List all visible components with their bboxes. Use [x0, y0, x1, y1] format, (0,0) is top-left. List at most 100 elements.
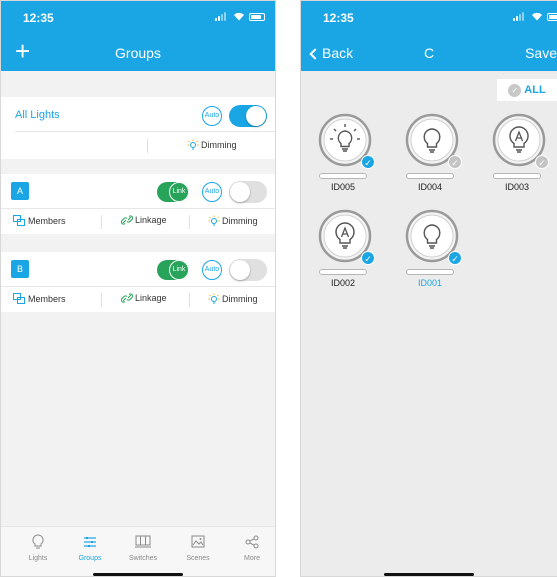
- tab-switches[interactable]: Switches: [118, 533, 168, 562]
- toggle-knob: [230, 182, 250, 202]
- brightness-bar: [406, 173, 454, 179]
- divider: [1, 208, 275, 209]
- status-time: 12:35: [323, 11, 354, 25]
- divider: [101, 293, 102, 307]
- device-tile[interactable]: ✓ ID002: [311, 209, 375, 313]
- select-all-label: ALL: [524, 84, 546, 96]
- device-tile[interactable]: ✓ ID004: [398, 113, 462, 217]
- signal-icon: [513, 12, 527, 21]
- tab-label: Lights: [28, 555, 48, 562]
- divider: [189, 293, 190, 307]
- groups-icon: [84, 536, 96, 547]
- battery-icon: [249, 12, 265, 21]
- group-b-link-toggle[interactable]: Link: [157, 260, 189, 280]
- group-edit-screen: 12:35 Back C Save ✓ ALL ✓ ID005 ✓ ID004 …: [300, 0, 557, 577]
- all-lights-dimming-button[interactable]: Dimming: [187, 139, 237, 151]
- dimming-label: Dimming: [222, 216, 258, 226]
- brightness-bar: [406, 269, 454, 275]
- system-icons: [215, 12, 265, 21]
- toggle-knob: [230, 260, 250, 280]
- signal-icon: [215, 12, 229, 21]
- members-icon: [13, 215, 26, 226]
- tab-scenes[interactable]: Scenes: [173, 533, 223, 562]
- brightness-bar: [319, 269, 367, 275]
- all-lights-label: All Lights: [15, 109, 60, 121]
- device-id-label: ID005: [330, 182, 356, 192]
- group-badge: B: [11, 260, 29, 278]
- members-label: Members: [28, 215, 66, 226]
- nav-bar: + Groups: [1, 35, 275, 71]
- tab-label: Switches: [128, 555, 157, 562]
- screenshot-canvas: 12:35 + Groups All Lights Auto Dimming A…: [0, 0, 557, 577]
- tab-lights[interactable]: Lights: [13, 533, 63, 562]
- device-tile[interactable]: ✓ ID005: [311, 113, 375, 217]
- brightness-bar: [493, 173, 541, 179]
- divider: [189, 215, 190, 229]
- divider: [147, 139, 148, 153]
- group-a-linkage-button[interactable]: Linkage: [121, 215, 167, 225]
- link-knob: Link: [169, 182, 189, 202]
- page-title: C: [423, 45, 435, 61]
- page-title: Groups: [115, 45, 161, 61]
- chain-link-icon: [121, 293, 133, 303]
- chain-link-icon: [121, 215, 133, 225]
- group-b-power-toggle[interactable]: [229, 259, 267, 281]
- divider: [1, 286, 275, 287]
- members-label: Members: [28, 293, 66, 304]
- group-b-dimming-button[interactable]: Dimming: [208, 293, 258, 305]
- group-card-a: A Link Auto Members Linkage Dimming: [1, 174, 275, 234]
- device-tile[interactable]: ✓ ID001: [398, 209, 462, 313]
- tab-bar: Lights Groups Switches Scenes More: [1, 526, 275, 576]
- brightness-bar: [319, 173, 367, 179]
- selected-check-icon: ✓: [448, 251, 462, 265]
- status-bar: 12:35: [1, 1, 275, 35]
- device-id-label: ID003: [504, 182, 530, 192]
- tab-label: Groups: [78, 555, 102, 562]
- tab-label: More: [244, 555, 260, 562]
- group-b-members-button[interactable]: Members: [13, 293, 66, 304]
- group-b-linkage-button[interactable]: Linkage: [121, 293, 167, 303]
- status-bar: 12:35: [301, 1, 557, 35]
- all-lights-card: All Lights Auto Dimming: [1, 97, 275, 159]
- switch-panel-icon: [135, 535, 151, 548]
- selected-check-icon: ✓: [361, 155, 375, 169]
- home-indicator: [384, 573, 474, 576]
- selected-check-icon: ✓: [361, 251, 375, 265]
- unselected-check-icon: ✓: [448, 155, 462, 169]
- device-tile[interactable]: ✓ ID003: [485, 113, 549, 217]
- all-lights-auto-button[interactable]: Auto: [202, 106, 222, 126]
- groups-screen: 12:35 + Groups All Lights Auto Dimming A…: [0, 0, 276, 577]
- group-a-link-toggle[interactable]: Link: [157, 182, 189, 202]
- group-a-dimming-button[interactable]: Dimming: [208, 215, 258, 227]
- members-icon: [13, 293, 26, 304]
- divider: [15, 131, 275, 132]
- check-icon: ✓: [508, 83, 522, 97]
- link-knob: Link: [169, 260, 189, 280]
- share-nodes-icon: [245, 535, 259, 548]
- tab-more[interactable]: More: [227, 533, 275, 562]
- wifi-icon: [234, 12, 244, 21]
- scene-image-icon: [191, 535, 205, 548]
- tab-groups[interactable]: Groups: [65, 533, 115, 562]
- device-id-label: ID002: [330, 278, 356, 288]
- device-id-label: ID004: [417, 182, 443, 192]
- dimming-bulb-icon: [208, 215, 220, 226]
- group-card-b: B Link Auto Members Linkage Dimming: [1, 252, 275, 312]
- save-button[interactable]: Save: [525, 45, 557, 61]
- nav-bar: Back C Save: [301, 35, 557, 71]
- all-lights-power-toggle[interactable]: [229, 105, 267, 127]
- dimming-bulb-icon: [187, 139, 199, 150]
- dimming-label: Dimming: [222, 294, 258, 304]
- group-a-members-button[interactable]: Members: [13, 215, 66, 226]
- group-a-power-toggle[interactable]: [229, 181, 267, 203]
- linkage-label: Linkage: [135, 293, 167, 303]
- group-b-auto-button[interactable]: Auto: [202, 260, 222, 280]
- system-icons: [513, 12, 557, 21]
- device-id-label: ID001: [417, 278, 443, 288]
- battery-icon: [547, 12, 557, 21]
- select-all-button[interactable]: ✓ ALL: [497, 79, 557, 101]
- home-indicator: [93, 573, 183, 576]
- group-a-auto-button[interactable]: Auto: [202, 182, 222, 202]
- toggle-knob: [246, 106, 266, 126]
- dimming-label: Dimming: [201, 140, 237, 150]
